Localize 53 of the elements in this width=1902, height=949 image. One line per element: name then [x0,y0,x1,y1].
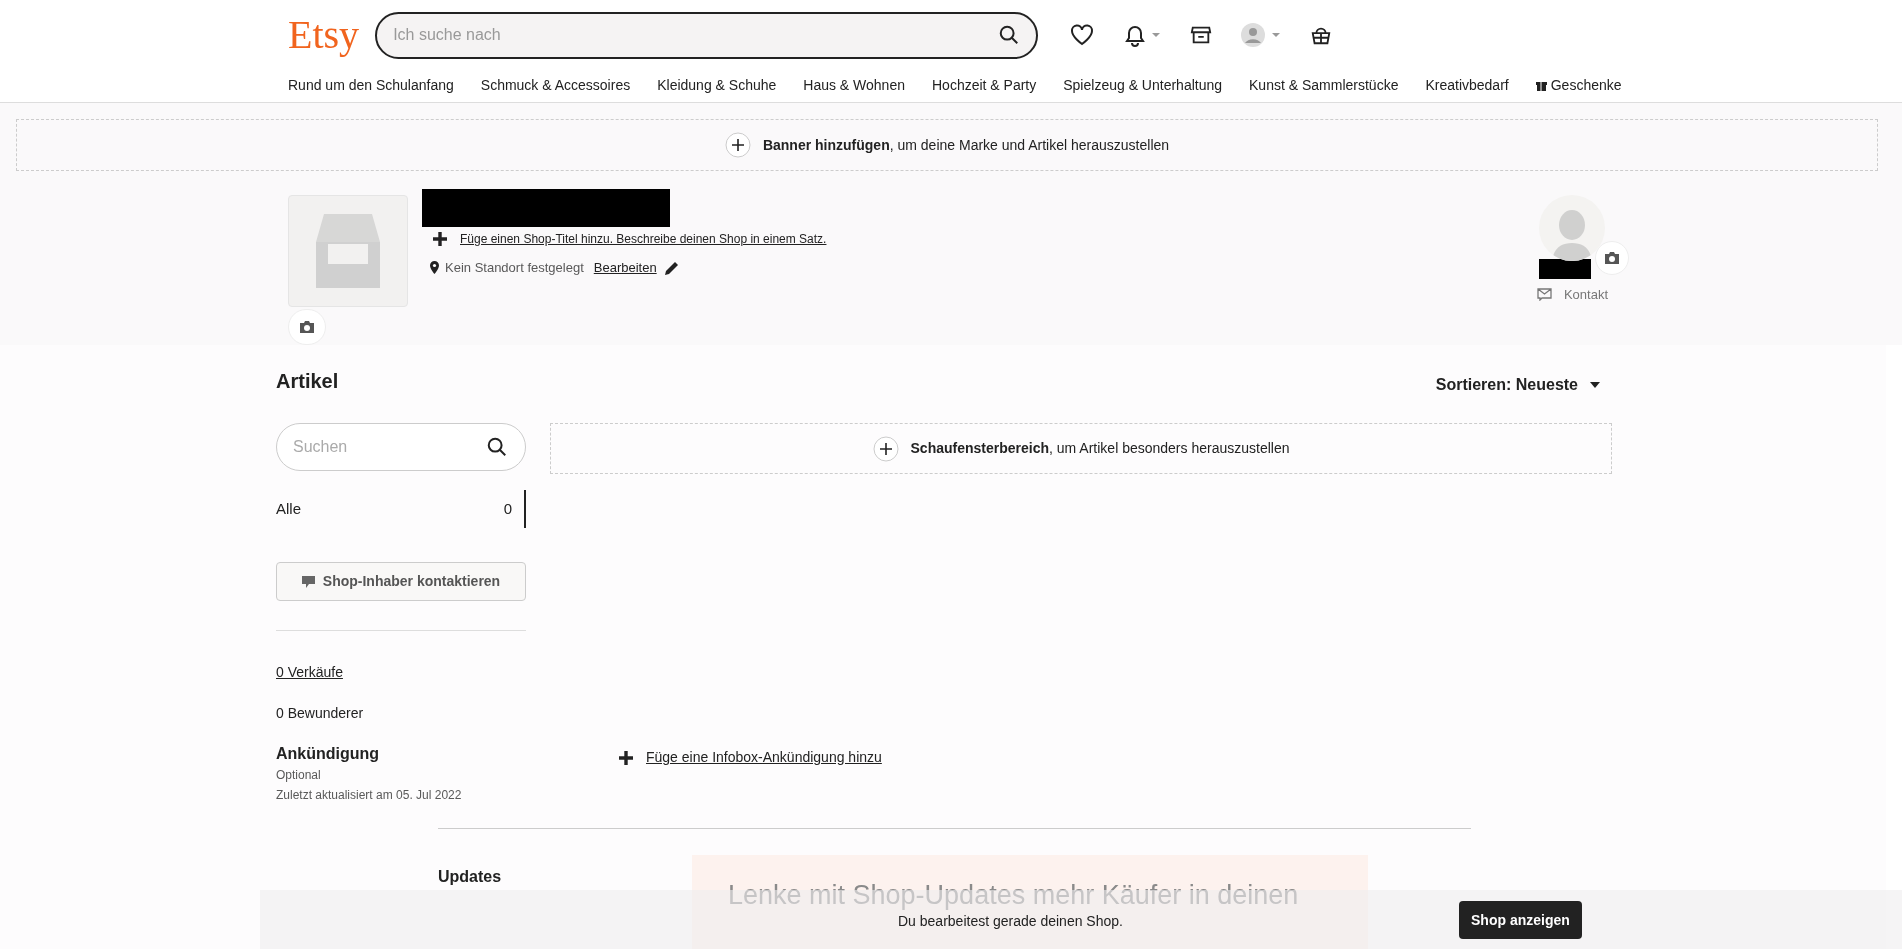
plus-icon [618,749,634,766]
camera-icon [299,320,315,335]
message-icon [301,575,315,588]
category-link[interactable]: Schmuck & Accessoires [480,74,631,96]
sort-dropdown[interactable]: Sortieren: Neueste [1435,373,1600,397]
promo-heading: Lenke mit Shop-Updates mehr Käufer in deinen [728,882,1300,909]
redacted-block [1539,259,1592,279]
item-search-field[interactable]: Suchen [276,423,526,471]
last-updated-text: Zuletzt aktualisiert am 05. Jul 2022 [276,787,463,804]
contact-link[interactable]: Kontakt [1536,285,1608,305]
optional-label: Optional [276,767,322,784]
plus-icon [872,435,899,462]
showcase-area[interactable]: Schaufensterbereich, um Artikel besonders herauszustellen [550,423,1612,474]
add-announcement-link[interactable]: Füge eine Infobox-Ankündigung hinzu [646,747,882,768]
items-heading: Artikel [276,369,339,394]
plus-icon [724,132,751,158]
person-silhouette-icon [1552,209,1593,261]
search-icon[interactable] [998,23,1020,46]
caret-icon [1590,382,1600,388]
showcase-prompt: Schaufensterbereich, um Artikel besonders herauszustellen [910,439,1290,458]
sales-link[interactable]: 0 Verkäufe [276,662,343,683]
plus-icon [432,231,448,247]
banner-area[interactable]: Banner hinzufügen, um deine Marke und Artikel herauszustellen [16,119,1878,171]
camera-button[interactable] [288,309,326,345]
banner-prompt: Banner hinzufügen, um deine Marke und Artikel herauszustellen [762,135,1170,155]
section-item[interactable]: Alle 0 [276,490,526,528]
category-link[interactable]: Haus & Wohnen [803,74,905,96]
category-link[interactable]: Rund um den Schulanfang [288,74,454,96]
envelope-icon [1536,288,1552,302]
add-shop-title-link[interactable]: Füge einen Shop-Titel hinzu. Beschreibe deinen Shop in einem Satz. [460,230,827,248]
heart-icon[interactable] [1070,24,1094,46]
updates-heading: Updates [438,867,503,887]
admirers-count: 0 Bewunderer [276,704,365,723]
category-link[interactable]: Kreativbedarf [1425,74,1509,96]
bell-icon[interactable] [1122,23,1162,47]
category-link[interactable]: Spielzeug & Unterhaltung [1063,74,1223,96]
announcement-heading: Ankündigung [276,744,381,764]
gift-icon [1535,79,1547,91]
camera-button[interactable] [1595,241,1630,275]
view-shop-button[interactable]: Shop anzeigen [1459,901,1582,939]
category-link[interactable]: Geschenke [1535,74,1622,96]
search-icon[interactable] [486,436,508,458]
category-link[interactable]: Kleidung & Schuhe [657,74,777,96]
camera-icon [1604,251,1621,265]
location-pin-icon [430,261,439,275]
category-link[interactable]: Kunst & Sammlerstücke [1249,74,1399,96]
avatar-icon[interactable] [1240,22,1282,48]
edit-link[interactable]: Bearbeiten [593,258,657,278]
category-link[interactable]: Hochzeit & Party [932,74,1037,96]
edit-mode-message: Du bearbeitest gerade deinen Shop. [898,912,1123,931]
location-text: Kein Standort festgelegt [445,259,584,277]
contact-owner-button[interactable]: Shop-Inhaber kontaktieren [276,562,526,601]
search-field[interactable]: Ich suche nach [375,11,1038,59]
